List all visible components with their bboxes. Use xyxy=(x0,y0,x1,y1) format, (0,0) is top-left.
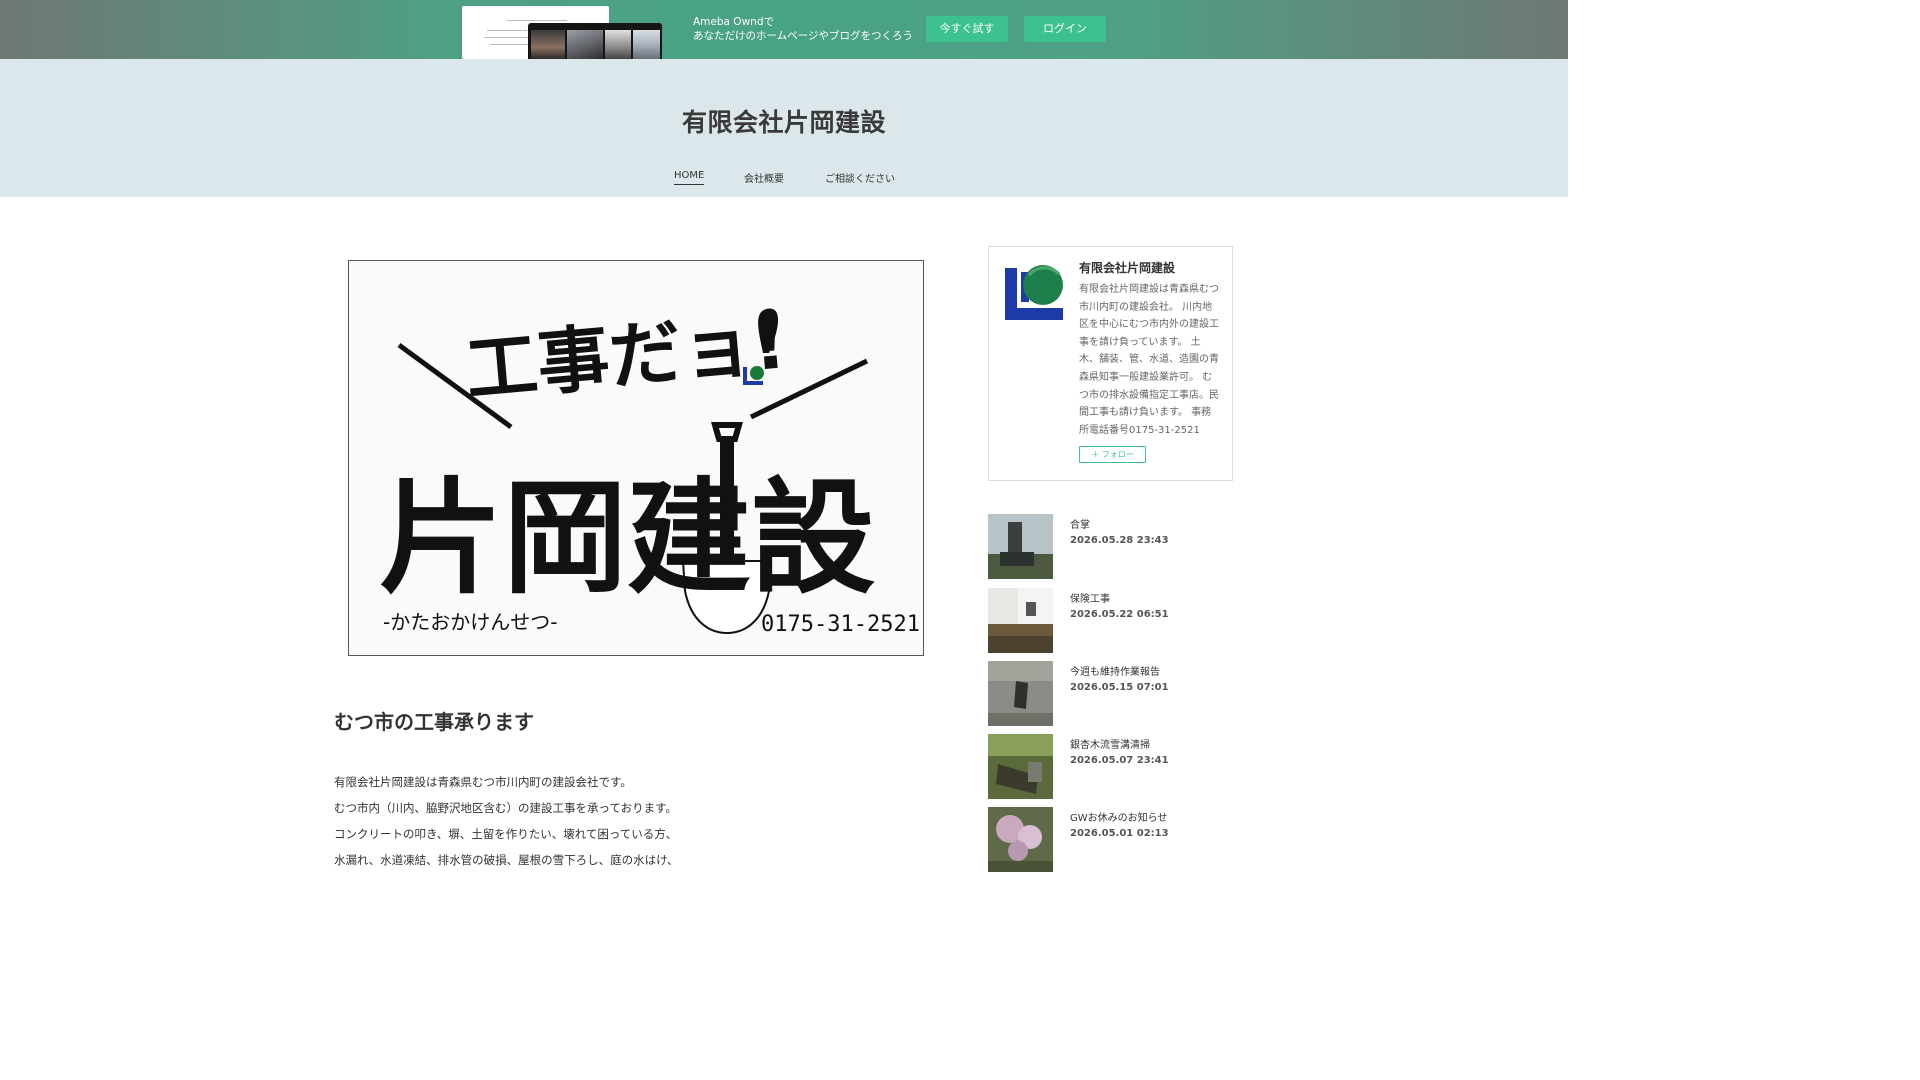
nav-company-profile[interactable]: 会社概要 xyxy=(744,170,784,185)
post-item[interactable]: 保険工事 2026.05.22 06:51 xyxy=(988,588,1233,653)
hero-reading: -かたおかけんせつ- xyxy=(383,610,557,634)
site-title[interactable]: 有限会社片岡建設 xyxy=(0,103,1568,139)
hero-image: 工事だョ! 片岡建設 -かたおかけんせつ- 0175-31-2521 xyxy=(348,260,924,656)
post-item[interactable]: 銀杏木流雪溝清掃 2026.05.07 23:41 xyxy=(988,734,1233,799)
post-title[interactable]: 今週も維持作業報告 xyxy=(1070,663,1160,678)
hero-line-2: 片岡建設 xyxy=(379,467,875,611)
post-date: 2026.05.07 23:41 xyxy=(1070,755,1169,766)
nav-consultation[interactable]: ご相談ください xyxy=(825,170,895,185)
post-date: 2026.05.28 23:43 xyxy=(1070,535,1169,546)
post-thumbnail[interactable] xyxy=(988,661,1053,726)
follow-label: フォロー xyxy=(1101,450,1134,459)
post-title[interactable]: GWお休みのお知らせ xyxy=(1070,809,1167,824)
post-date: 2026.05.22 06:51 xyxy=(1070,609,1169,620)
promo-banner: Ameba Owndで あなただけのホームページやブログをつくろう 今すぐ試す … xyxy=(0,0,1568,59)
article-paragraph: 有限会社片岡建設は青森県むつ市川内町の建設会社です。 xyxy=(334,775,632,789)
profile-name[interactable]: 有限会社片岡建設 xyxy=(1079,259,1175,276)
post-thumbnail[interactable] xyxy=(988,514,1053,579)
hero-phone: 0175-31-2521 xyxy=(761,612,920,637)
preview-device xyxy=(528,23,662,59)
follow-button[interactable]: ＋ フォロー xyxy=(1079,446,1146,463)
post-date: 2026.05.15 07:01 xyxy=(1070,682,1169,693)
article-title[interactable]: むつ市の工事承ります xyxy=(334,706,534,735)
login-button[interactable]: ログイン xyxy=(1024,16,1106,42)
post-thumbnail[interactable] xyxy=(988,734,1053,799)
promo-text: Ameba Owndで あなただけのホームページやブログをつくろう xyxy=(693,15,913,43)
post-title[interactable]: 保険工事 xyxy=(1070,590,1110,605)
nav-home[interactable]: HOME xyxy=(674,170,705,185)
company-logo-artwork: 工事だョ! 片岡建設 -かたおかけんせつ- 0175-31-2521 xyxy=(379,300,920,637)
post-thumbnail[interactable] xyxy=(988,588,1053,653)
post-title[interactable]: 銀杏木流雪溝清掃 xyxy=(1070,736,1150,751)
post-date: 2026.05.01 02:13 xyxy=(1070,828,1169,839)
profile-description: 有限会社片岡建設は青森県むつ市川内町の建設会社。 川内地区を中心にむつ市内外の建… xyxy=(1079,284,1219,436)
post-item[interactable]: 合掌 2026.05.28 23:43 xyxy=(988,514,1233,579)
company-logo-icon[interactable] xyxy=(1005,264,1063,322)
promo-line-1: Ameba Owndで xyxy=(693,16,774,28)
promo-preview-image xyxy=(462,6,662,59)
plus-icon: ＋ xyxy=(1091,450,1102,459)
post-title[interactable]: 合掌 xyxy=(1070,516,1090,531)
hero-line-1: 工事だョ! xyxy=(462,300,789,412)
post-item[interactable]: GWお休みのお知らせ 2026.05.01 02:13 xyxy=(988,807,1233,872)
try-now-button[interactable]: 今すぐ試す xyxy=(926,16,1008,42)
promo-line-2: あなただけのホームページやブログをつくろう xyxy=(693,30,913,42)
article-paragraph: 水漏れ、水道凍結、排水管の破損、屋根の雪下ろし、庭の水はけ、 xyxy=(334,853,679,867)
profile-card: 有限会社片岡建設 有限会社片岡建設は青森県むつ市川内町の建設会社。 川内地区を中… xyxy=(988,246,1233,481)
article-paragraph: むつ市内（川内、脇野沢地区含む）の建設工事を承っております。 xyxy=(334,801,677,815)
article-paragraph: コンクリートの叩き、塀、土留を作りたい、壊れて困っている方、 xyxy=(334,827,678,841)
site-header: 有限会社片岡建設 HOME 会社概要 ご相談ください xyxy=(0,59,1568,197)
post-thumbnail[interactable] xyxy=(988,807,1053,872)
post-item[interactable]: 今週も維持作業報告 2026.05.15 07:01 xyxy=(988,661,1233,726)
